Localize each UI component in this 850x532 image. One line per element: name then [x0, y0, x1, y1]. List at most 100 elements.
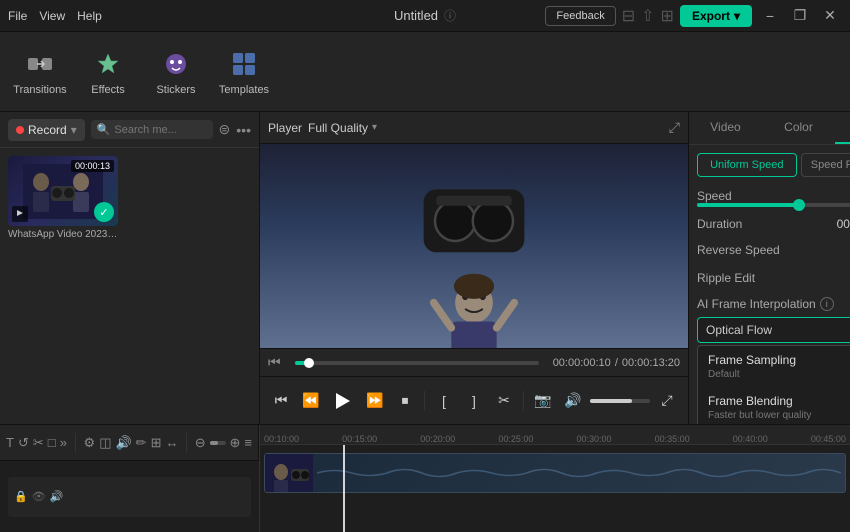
icon-devices[interactable]: ⊟ [622, 6, 635, 26]
dropdown-item-frame-blending[interactable]: Frame Blending Faster but lower quality [698, 387, 850, 424]
transitions-icon [24, 48, 56, 80]
search-input[interactable] [114, 124, 206, 136]
track-audio-icon[interactable]: 🔊 [50, 490, 64, 503]
timeline-btn-text[interactable]: T [6, 431, 14, 455]
duration-label: Duration [697, 217, 742, 231]
timeline-btn-settings[interactable]: ⚙ [84, 431, 96, 455]
close-button[interactable]: ✕ [818, 4, 842, 28]
player-header: Player Full Quality ▾ ⤢ [260, 112, 688, 144]
play-button[interactable] [328, 386, 358, 416]
mark-out-button[interactable]: ] [461, 388, 487, 414]
transitions-label: Transitions [13, 84, 66, 96]
timeline-btn-split[interactable]: ✂ [33, 431, 44, 455]
tab-color[interactable]: Color [762, 112, 835, 144]
clip-waveform [313, 454, 845, 492]
effects-label: Effects [91, 84, 124, 96]
timeline-btn-zoom-in[interactable]: ⊕ [230, 431, 241, 455]
minimize-button[interactable]: − [758, 4, 782, 28]
speed-tabs: Uniform Speed Speed Ramping [697, 153, 850, 177]
toolbar: Transitions Effects Stickers Templates [0, 32, 850, 112]
center-panel: Player Full Quality ▾ ⤢ [260, 112, 688, 424]
export-button[interactable]: Export ▾ [680, 5, 752, 27]
timeline-btn-add-marker[interactable]: ◫ [99, 431, 111, 455]
prev-frame-icon[interactable]: ⏮ [268, 354, 281, 371]
timeline-btn-audio[interactable]: 🔊 [115, 431, 131, 455]
record-button[interactable]: Record ▾ [8, 119, 85, 141]
fullscreen-button[interactable]: ⤢ [654, 388, 680, 414]
mark-in-button[interactable]: [ [431, 388, 457, 414]
search-box[interactable]: 🔍 [91, 120, 213, 139]
feedback-button[interactable]: Feedback [545, 6, 615, 26]
toolbar-item-effects[interactable]: Effects [76, 38, 140, 106]
timeline-btn-zoom-out[interactable]: ⊖ [195, 431, 206, 455]
icon-upload[interactable]: ⇧ [641, 6, 654, 26]
volume-slider[interactable] [590, 399, 650, 403]
more-icon[interactable]: ••• [236, 122, 251, 138]
dropdown-selected: Optical Flow [706, 323, 772, 337]
ruler-tick-6: 00:40:00 [733, 434, 768, 444]
track-lock-icon[interactable]: 🔒 [14, 490, 28, 503]
toolbar-item-stickers[interactable]: Stickers [144, 38, 208, 106]
title-bar: File View Help Untitled ⓘ Feedback ⊟ ⇧ ⊞… [0, 0, 850, 32]
timeline-zoom-slider[interactable] [210, 441, 226, 445]
timeline-btn-transitions[interactable]: ↔ [165, 431, 178, 455]
timeline-btn-crop[interactable]: □ [48, 431, 56, 455]
player-expand-icon[interactable]: ⤢ [669, 119, 680, 136]
tab-speed[interactable]: Speed [835, 112, 850, 144]
tab-video[interactable]: Video [689, 112, 762, 144]
play-icon [336, 393, 350, 409]
media-item[interactable]: 00:00:13 ✓ WhatsApp Video 2023-10-05... [8, 156, 118, 240]
speed-slider[interactable] [697, 203, 850, 207]
title-bar-left: File View Help [8, 9, 102, 23]
track-eye-icon[interactable]: 👁 [32, 490, 46, 503]
ruler-tick-2: 00:20:00 [420, 434, 455, 444]
record-dot [16, 126, 24, 134]
track-label: 🔒 👁 🔊 [8, 477, 251, 517]
frame-blending-desc: Faster but lower quality [708, 410, 850, 421]
media-timestamp: 00:00:13 [71, 160, 114, 172]
frame-sampling-name: Frame Sampling [708, 353, 850, 367]
timeline-btn-clip[interactable]: ✏ [136, 431, 147, 455]
timeline-btn-more[interactable]: » [60, 431, 68, 455]
filter-icon[interactable]: ⊜ [219, 121, 231, 138]
player-quality[interactable]: Full Quality ▾ [308, 121, 377, 135]
ai-info-icon[interactable]: i [820, 297, 834, 311]
dropdown-item-frame-sampling[interactable]: Frame Sampling Default [698, 346, 850, 387]
skip-back-button[interactable]: ⏮ [268, 388, 294, 414]
volume-fill [590, 399, 632, 403]
effects-icon [92, 48, 124, 80]
time-separator: / [615, 357, 618, 369]
speed-slider-row [697, 203, 850, 207]
progress-bar[interactable] [295, 361, 539, 365]
step-back-button[interactable]: ⏪ [298, 388, 324, 414]
maximize-button[interactable]: ❐ [788, 4, 812, 28]
separator-2 [523, 391, 524, 411]
speed-tab-ramping[interactable]: Speed Ramping [801, 153, 850, 177]
speed-label: Speed [697, 189, 732, 203]
icon-grid[interactable]: ⊞ [661, 6, 674, 26]
crop-button[interactable]: ✂ [491, 388, 517, 414]
video-clip[interactable] [264, 453, 846, 493]
timeline-btn-undo[interactable]: ↺ [18, 431, 29, 455]
toolbar-item-templates[interactable]: Templates [212, 38, 276, 106]
speed-slider-fill [697, 203, 799, 207]
speed-tab-uniform[interactable]: Uniform Speed [697, 153, 797, 177]
toolbar-item-transitions[interactable]: Transitions [8, 38, 72, 106]
reverse-speed-label: Reverse Speed [697, 243, 780, 257]
snapshot-button[interactable]: 📷 [530, 388, 556, 414]
stop-button[interactable]: ⏹ [392, 388, 418, 414]
menu-file[interactable]: File [8, 9, 27, 23]
timeline-btn-track[interactable]: ⊞ [151, 431, 162, 455]
templates-label: Templates [219, 84, 269, 96]
step-forward-button[interactable]: ⏩ [362, 388, 388, 414]
quality-chevron: ▾ [372, 122, 377, 133]
menu-bar: File View Help [8, 9, 102, 23]
interpolation-dropdown[interactable]: Optical Flow ▲ [697, 317, 850, 343]
audio-button[interactable]: 🔊 [560, 388, 586, 414]
media-library: 00:00:13 ✓ WhatsApp Video 2023-10-05... [0, 148, 259, 424]
timeline-track-labels: 🔒 👁 🔊 [0, 461, 259, 532]
timeline-btn-layout[interactable]: ≡ [244, 431, 252, 455]
right-panel-content: Speed 1.00 Duration 00:00:13:20 Reverse … [689, 181, 850, 424]
menu-help[interactable]: Help [77, 9, 102, 23]
menu-view[interactable]: View [39, 9, 65, 23]
